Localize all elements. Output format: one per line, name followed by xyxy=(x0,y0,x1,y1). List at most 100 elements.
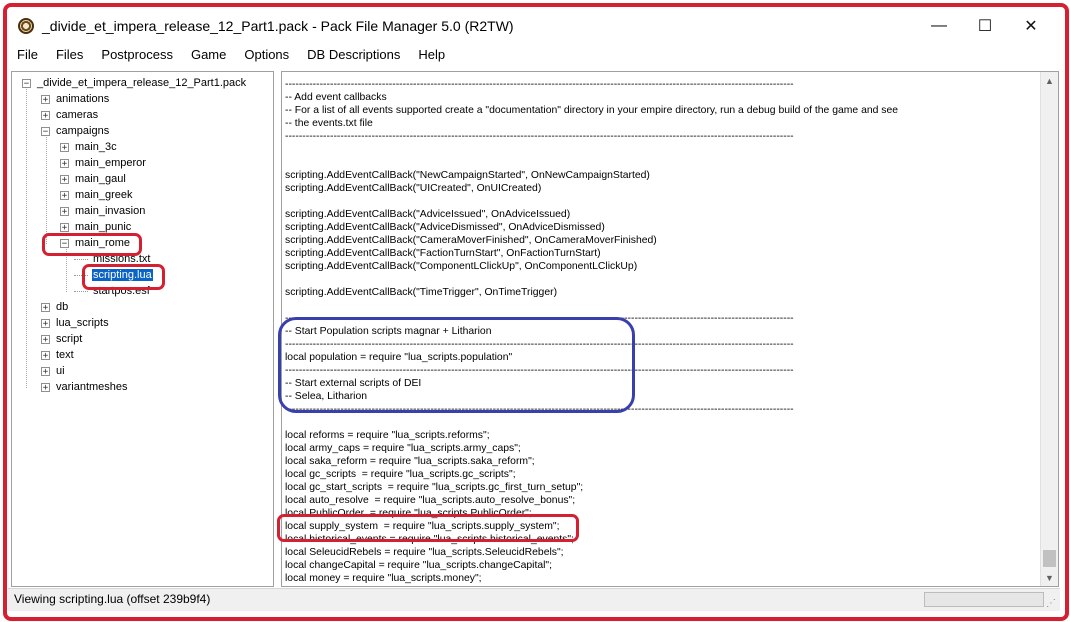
tree-node-lua-scripts[interactable]: + lua_scripts xyxy=(41,315,110,331)
menu-bar: File Files Postprocess Game Options DB D… xyxy=(8,44,1060,66)
resize-grip-icon[interactable]: ⋰ xyxy=(1046,598,1056,609)
code-line: local army_caps = require "lua_scripts.a… xyxy=(285,443,521,454)
tree-node-cameras[interactable]: + cameras xyxy=(41,107,99,123)
tree-node-ui[interactable]: + ui xyxy=(41,363,66,379)
tree-node-db[interactable]: + db xyxy=(41,299,69,315)
status-bar: Viewing scripting.lua (offset 239b9f4) ⋰ xyxy=(8,588,1060,611)
code-line: ----------------------------------------… xyxy=(285,365,794,376)
menu-help[interactable]: Help xyxy=(409,44,454,66)
collapse-icon[interactable]: − xyxy=(60,238,69,248)
code-line: -- Start external scripts of DEI xyxy=(285,378,422,389)
code-line: local changeCapital = require "lua_scrip… xyxy=(285,560,553,571)
code-editor[interactable]: ----------------------------------------… xyxy=(281,71,1059,587)
scroll-thumb[interactable] xyxy=(1043,550,1056,567)
code-line: -- Selea, Litharion xyxy=(285,391,368,402)
code-line: -- Start Population scripts magnar + Lit… xyxy=(285,326,492,337)
scroll-up-arrow-icon[interactable]: ▲ xyxy=(1041,72,1058,89)
code-line: local historical_events = require "lua_s… xyxy=(285,534,574,545)
tree-node-main-gaul[interactable]: + main_gaul xyxy=(60,171,127,187)
tree-file-missions-txt[interactable]: missions.txt xyxy=(74,251,151,267)
tree-node-animations[interactable]: + animations xyxy=(41,91,110,107)
expand-icon[interactable]: + xyxy=(41,350,50,360)
code-line: ----------------------------------------… xyxy=(285,131,794,142)
tree-node-main-rome[interactable]: − main_rome xyxy=(60,235,131,251)
code-line: ----------------------------------------… xyxy=(285,339,794,350)
code-text[interactable]: ----------------------------------------… xyxy=(285,78,898,585)
expand-icon[interactable]: + xyxy=(41,110,50,120)
code-line: local money = require "lua_scripts.money… xyxy=(285,573,482,584)
code-line: scripting.AddEventCallBack("AdviceDismis… xyxy=(285,222,605,233)
code-line: scripting.AddEventCallBack("TimeTrigger"… xyxy=(285,287,558,298)
code-line: local gc_start_scripts = require "lua_sc… xyxy=(285,482,584,493)
code-line: ----------------------------------------… xyxy=(285,79,794,90)
scroll-down-arrow-icon[interactable]: ▼ xyxy=(1041,569,1058,586)
tree-node-text[interactable]: + text xyxy=(41,347,75,363)
code-line: scripting.AddEventCallBack("ComponentLCl… xyxy=(285,261,638,272)
expand-icon[interactable]: + xyxy=(60,158,69,168)
expand-icon[interactable]: + xyxy=(41,334,50,344)
code-line: ----------------------------------------… xyxy=(285,404,794,415)
code-line: scripting.AddEventCallBack("AdviceIssued… xyxy=(285,209,571,220)
app-shield-icon xyxy=(18,18,34,34)
code-line: local supply_system = require "lua_scrip… xyxy=(285,521,560,532)
expand-icon[interactable]: + xyxy=(41,94,50,104)
maximize-button[interactable]: ☐ xyxy=(962,8,1008,44)
status-text: Viewing scripting.lua (offset 239b9f4) xyxy=(14,592,211,606)
menu-options[interactable]: Options xyxy=(235,44,298,66)
code-line: local SeleucidRebels = require "lua_scri… xyxy=(285,547,564,558)
code-line: scripting.AddEventCallBack("UICreated", … xyxy=(285,183,542,194)
code-line: local population = require "lua_scripts.… xyxy=(285,352,513,363)
code-line: -- the events.txt file xyxy=(285,118,373,129)
tree-file-startpos-esf[interactable]: startpos.esf xyxy=(74,283,151,299)
code-line: local gc_scripts = require "lua_scripts.… xyxy=(285,469,516,480)
expand-icon[interactable]: + xyxy=(60,190,69,200)
tree-node-variantmeshes[interactable]: + variantmeshes xyxy=(41,379,129,395)
code-line: local auto_resolve = require "lua_script… xyxy=(285,495,576,506)
code-line: scripting.AddEventCallBack("NewCampaignS… xyxy=(285,170,650,181)
expand-icon[interactable]: + xyxy=(41,302,50,312)
tree-node-main-greek[interactable]: + main_greek xyxy=(60,187,133,203)
menu-db-descriptions[interactable]: DB Descriptions xyxy=(298,44,409,66)
tree-node-root[interactable]: − _divide_et_impera_release_12_Part1.pac… xyxy=(22,75,247,91)
menu-file[interactable]: File xyxy=(8,44,47,66)
expand-icon[interactable]: + xyxy=(41,318,50,328)
code-line: scripting.AddEventCallBack("CameraMoverF… xyxy=(285,235,657,246)
tree-node-main-punic[interactable]: + main_punic xyxy=(60,219,132,235)
title-bar: _divide_et_impera_release_12_Part1.pack … xyxy=(8,8,1060,44)
code-line: local reforms = require "lua_scripts.ref… xyxy=(285,430,490,441)
menu-files[interactable]: Files xyxy=(47,44,92,66)
code-line: ----------------------------------------… xyxy=(285,313,794,324)
expand-icon[interactable]: + xyxy=(60,174,69,184)
code-line: local saka_reform = require "lua_scripts… xyxy=(285,456,535,467)
collapse-icon[interactable]: − xyxy=(41,126,50,136)
expand-icon[interactable]: + xyxy=(41,382,50,392)
window-title: _divide_et_impera_release_12_Part1.pack … xyxy=(42,18,514,34)
code-line: scripting.AddEventCallBack("FactionTurnS… xyxy=(285,248,601,259)
expand-icon[interactable]: + xyxy=(41,366,50,376)
tree-node-main-3c[interactable]: + main_3c xyxy=(60,139,118,155)
tree-node-script[interactable]: + script xyxy=(41,331,83,347)
tree-file-scripting-lua[interactable]: scripting.lua xyxy=(74,267,153,283)
code-line: local PublicOrder = require "lua_scripts… xyxy=(285,508,532,519)
progress-bar xyxy=(924,592,1044,607)
close-button[interactable]: ✕ xyxy=(1008,8,1054,44)
expand-icon[interactable]: + xyxy=(60,222,69,232)
expand-icon[interactable]: + xyxy=(60,142,69,152)
tree-node-campaigns[interactable]: − campaigns xyxy=(41,123,110,139)
minimize-button[interactable]: — xyxy=(916,8,962,44)
collapse-icon[interactable]: − xyxy=(22,78,31,88)
expand-icon[interactable]: + xyxy=(60,206,69,216)
code-line: -- Add event callbacks xyxy=(285,92,387,103)
vertical-scrollbar[interactable]: ▲ ▼ xyxy=(1040,72,1058,586)
tree-node-main-invasion[interactable]: + main_invasion xyxy=(60,203,146,219)
menu-postprocess[interactable]: Postprocess xyxy=(92,44,182,66)
tree-node-main-emperor[interactable]: + main_emperor xyxy=(60,155,147,171)
menu-game[interactable]: Game xyxy=(182,44,235,66)
code-line: -- For a list of all events supported cr… xyxy=(285,105,899,116)
pack-tree-view[interactable]: − _divide_et_impera_release_12_Part1.pac… xyxy=(11,71,274,587)
